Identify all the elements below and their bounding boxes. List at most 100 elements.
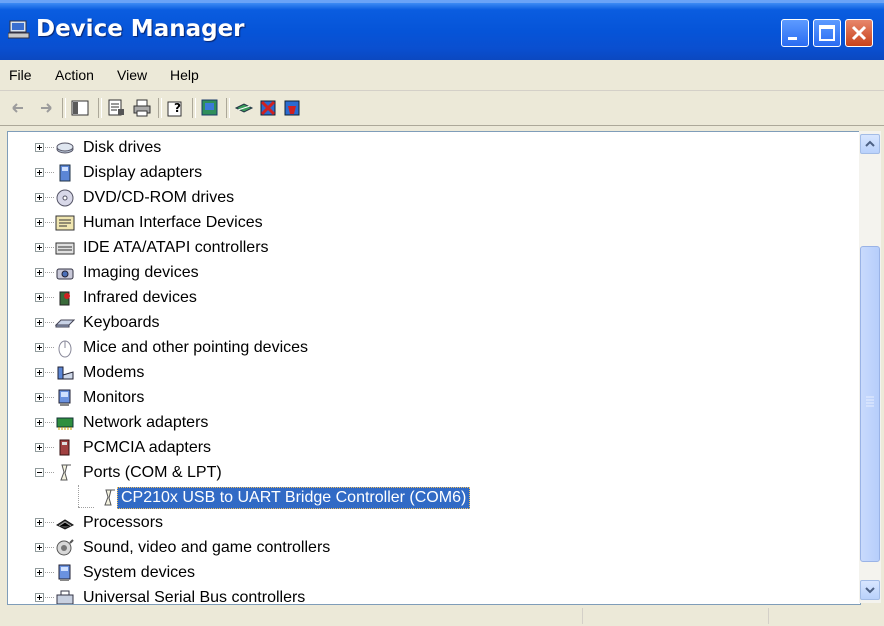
- tree-category-item[interactable]: Mice and other pointing devices: [8, 336, 838, 361]
- device-tree[interactable]: Disk drives Display adapters DVD/CD-ROM dr…: [7, 131, 861, 605]
- tree-item-label: Universal Serial Bus controllers: [83, 589, 306, 605]
- tree-item-label: Infrared devices: [83, 289, 197, 306]
- tree-connector: [45, 322, 54, 323]
- tree-category-item[interactable]: Processors: [8, 511, 838, 536]
- tree-category-item[interactable]: PCMCIA adapters: [8, 436, 838, 461]
- tree-connector: [45, 597, 54, 598]
- mouse-icon: [55, 338, 75, 358]
- expand-icon[interactable]: [35, 193, 44, 202]
- expand-icon[interactable]: [35, 418, 44, 427]
- tree-item-label: Monitors: [83, 389, 145, 406]
- title-bar[interactable]: Device Manager: [0, 0, 884, 60]
- tree-category-item[interactable]: Keyboards: [8, 311, 838, 336]
- sound-icon: [55, 538, 75, 558]
- window-title: Device Manager: [36, 16, 245, 42]
- tree-category-item[interactable]: Network adapters: [8, 411, 838, 436]
- device-manager-app-icon[interactable]: [7, 20, 30, 40]
- tree-item-label: Display adapters: [83, 164, 203, 181]
- tree-category-item[interactable]: Ports (COM & LPT): [8, 461, 838, 486]
- scan-hardware-icon[interactable]: [234, 98, 254, 118]
- tree-connector: [45, 297, 54, 298]
- tree-item-label: Imaging devices: [83, 264, 199, 281]
- tree-connector: [45, 147, 54, 148]
- maximize-button[interactable]: [813, 19, 841, 47]
- tree-connector: [45, 447, 54, 448]
- tree-category-item[interactable]: Imaging devices: [8, 261, 838, 286]
- scroll-down-button[interactable]: [860, 580, 880, 600]
- tree-category-item[interactable]: Human Interface Devices: [8, 211, 838, 236]
- expand-icon[interactable]: [35, 543, 44, 552]
- uninstall-device-icon[interactable]: [282, 98, 302, 118]
- expand-icon[interactable]: [35, 243, 44, 252]
- close-button[interactable]: [845, 19, 873, 47]
- expand-icon[interactable]: [35, 143, 44, 152]
- tree-category-item[interactable]: Sound, video and game controllers: [8, 536, 838, 561]
- expand-icon[interactable]: [35, 218, 44, 227]
- minimize-button[interactable]: [781, 19, 809, 47]
- display-adapter-icon: [55, 163, 75, 183]
- show-hide-console-tree-icon[interactable]: [70, 98, 90, 118]
- expand-icon[interactable]: [35, 293, 44, 302]
- update-driver-icon[interactable]: [200, 98, 220, 118]
- menu-file[interactable]: File: [9, 67, 32, 83]
- status-panel-divider: [768, 608, 769, 624]
- expand-icon[interactable]: [35, 443, 44, 452]
- tree-connector: [45, 472, 54, 473]
- expand-icon[interactable]: [35, 343, 44, 352]
- tree-category-item[interactable]: Display adapters: [8, 161, 838, 186]
- menu-help[interactable]: Help: [170, 67, 199, 83]
- tree-child-item[interactable]: CP210x USB to UART Bridge Controller (CO…: [8, 486, 838, 511]
- tree-category-item[interactable]: Monitors: [8, 386, 838, 411]
- tree-category-item[interactable]: IDE ATA/ATAPI controllers: [8, 236, 838, 261]
- usb-icon: [55, 588, 75, 604]
- vertical-scrollbar[interactable]: [859, 131, 881, 603]
- tree-item-label: Sound, video and game controllers: [83, 539, 331, 556]
- back-icon[interactable]: [9, 98, 29, 118]
- tree-item-label: Keyboards: [83, 314, 160, 331]
- processor-icon: [55, 513, 75, 533]
- tree-item-label: Disk drives: [83, 139, 162, 156]
- tree-item-label: DVD/CD-ROM drives: [83, 189, 235, 206]
- tree-item-label: Mice and other pointing devices: [83, 339, 309, 356]
- dvd-drive-icon: [55, 188, 75, 208]
- properties-icon[interactable]: [106, 98, 126, 118]
- keyboard-icon: [54, 313, 76, 333]
- expand-icon[interactable]: [35, 268, 44, 277]
- tree-category-item[interactable]: Infrared devices: [8, 286, 838, 311]
- expand-icon[interactable]: [35, 518, 44, 527]
- tree-category-item[interactable]: Modems: [8, 361, 838, 386]
- expand-icon[interactable]: [35, 318, 44, 327]
- tree-category-item[interactable]: Universal Serial Bus controllers: [8, 586, 838, 605]
- monitor-icon: [55, 388, 75, 408]
- tree-item-label: System devices: [83, 564, 196, 581]
- expand-icon[interactable]: [35, 393, 44, 402]
- system-device-icon: [55, 563, 75, 583]
- modem-icon: [55, 363, 75, 383]
- expand-icon[interactable]: [35, 593, 44, 602]
- network-adapter-icon: [55, 413, 75, 433]
- help-icon[interactable]: ?: [166, 98, 186, 118]
- tree-category-item[interactable]: System devices: [8, 561, 838, 586]
- scroll-up-button[interactable]: [860, 134, 880, 154]
- tree-item-label: IDE ATA/ATAPI controllers: [83, 239, 269, 256]
- disable-device-icon[interactable]: [258, 98, 278, 118]
- tree-connector: [45, 272, 54, 273]
- menu-action[interactable]: Action: [55, 67, 94, 83]
- menu-bar: File Action View Help: [0, 60, 884, 91]
- tree-item-label: Human Interface Devices: [83, 214, 263, 231]
- expand-icon[interactable]: [35, 368, 44, 377]
- tree-connector: [45, 422, 54, 423]
- print-icon[interactable]: [132, 98, 152, 118]
- collapse-icon[interactable]: [35, 468, 44, 477]
- ide-controller-icon: [55, 238, 75, 258]
- expand-icon[interactable]: [35, 168, 44, 177]
- tree-category-item[interactable]: DVD/CD-ROM drives: [8, 186, 838, 211]
- tree-category-item[interactable]: Disk drives: [8, 136, 838, 161]
- tree-connector: [45, 522, 54, 523]
- expand-icon[interactable]: [35, 568, 44, 577]
- menu-view[interactable]: View: [117, 67, 147, 83]
- forward-icon[interactable]: [35, 98, 55, 118]
- tree-connector: [45, 172, 54, 173]
- status-panel-divider: [582, 608, 583, 624]
- scroll-thumb[interactable]: [860, 246, 880, 562]
